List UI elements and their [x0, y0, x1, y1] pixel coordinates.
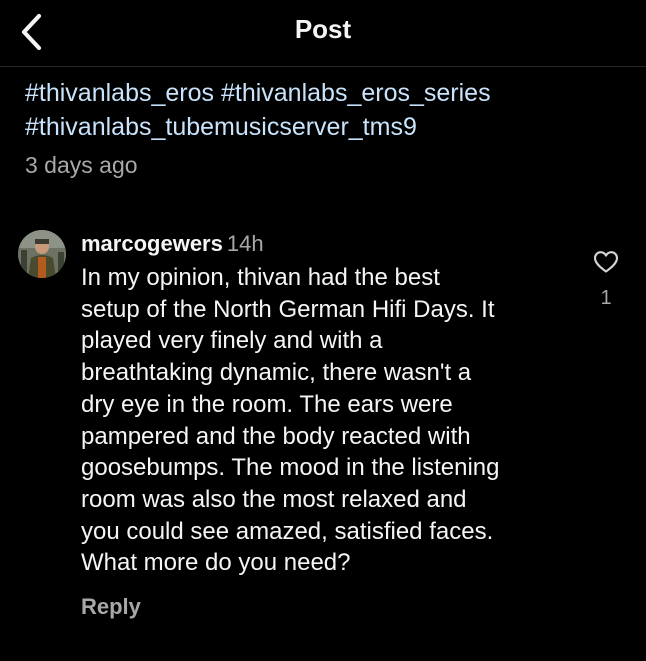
post-timestamp: 3 days ago	[25, 152, 138, 178]
avatar[interactable]	[18, 230, 66, 278]
page-title: Post	[294, 14, 352, 44]
comment-line: pampered and the body reacted with	[81, 422, 471, 450]
hashtag-thivanlabs-eros[interactable]: #thivanlabs_eros	[25, 79, 214, 107]
heart-outline-icon	[593, 251, 619, 273]
reply-button[interactable]: Reply	[81, 594, 141, 620]
comment-line: dry eye in the room. The ears were	[81, 390, 453, 418]
comment-line: What more do you need?	[81, 549, 351, 577]
comment-line: setup of the North German Hifi Days. It	[81, 295, 495, 323]
comment-line: you could see amazed, satisfied faces.	[81, 517, 494, 545]
comment-line: room was also the most relaxed and	[81, 485, 467, 513]
comment-line: In my opinion, thivan had the best	[81, 264, 440, 291]
comment-line: goosebumps. The mood in the listening	[81, 454, 500, 482]
hashtag-thivanlabs-eros-series[interactable]: #thivanlabs_eros_series	[221, 79, 491, 107]
comment-header: marcogewers 14h	[81, 230, 264, 258]
hashtag-link[interactable]: #thivanlabs_eros #thivanlabs_eros_series	[25, 76, 625, 110]
avatar-image	[18, 230, 66, 278]
like-count: 1	[600, 287, 612, 309]
comment-text: In my opinion, thivan had the best setup…	[81, 262, 571, 579]
post-hashtags: #thivanlabs_eros #thivanlabs_eros_series…	[25, 76, 625, 144]
comment-username[interactable]: marcogewers	[81, 231, 223, 256]
like-button[interactable]	[589, 247, 623, 277]
top-bar: Post	[0, 0, 646, 67]
comment-line: played very finely and with a	[81, 327, 383, 355]
hashtag-thivanlabs-tubemusicserver-tms9[interactable]: #thivanlabs_tubemusicserver_tms9	[25, 110, 625, 144]
comment-line: breathtaking dynamic, there wasn't a	[81, 359, 472, 387]
comment-timestamp: 14h	[226, 231, 264, 256]
